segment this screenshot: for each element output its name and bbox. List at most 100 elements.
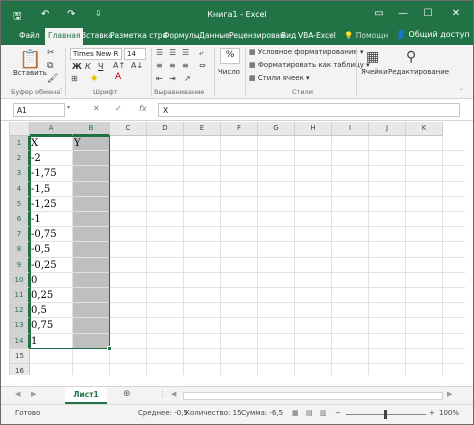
row-header-12[interactable]: 12	[10, 303, 30, 319]
row-header-6[interactable]: 6	[10, 212, 30, 228]
select-all-corner[interactable]	[10, 122, 30, 136]
row-header-2[interactable]: 2	[10, 151, 30, 167]
cell-b10[interactable]	[73, 272, 110, 287]
name-box-dropdown-icon[interactable]: ▾	[67, 104, 70, 111]
column-header-g[interactable]: G	[258, 122, 295, 136]
cell-b14[interactable]	[73, 333, 110, 348]
column-header-i[interactable]: I	[332, 122, 369, 136]
tab-formulas[interactable]: Формулы	[163, 31, 200, 40]
merge-cells-icon[interactable]: ⇔	[199, 61, 206, 70]
italic-button[interactable]: К	[85, 62, 91, 71]
cell-b13[interactable]	[73, 318, 110, 333]
zoom-out-button[interactable]: −	[335, 409, 341, 417]
zoom-slider-thumb[interactable]	[384, 410, 387, 419]
cell-a13[interactable]: 0,75	[30, 318, 73, 333]
row-header-3[interactable]: 3	[10, 166, 30, 182]
cell-a14[interactable]: 1	[30, 334, 73, 349]
align-left-icon[interactable]: ≡	[156, 61, 163, 70]
tab-file[interactable]: Файл	[19, 31, 40, 40]
row-header-4[interactable]: 4	[10, 181, 30, 197]
cell-a11[interactable]: 0,25	[30, 288, 73, 303]
align-center-icon[interactable]: ≡	[169, 61, 176, 70]
cell-a10[interactable]: 0	[30, 273, 73, 288]
tab-data[interactable]: Данные	[199, 31, 230, 40]
cell-a7[interactable]: -0,75	[30, 227, 73, 242]
row-header-10[interactable]: 10	[10, 272, 30, 288]
column-header-b[interactable]: B	[73, 122, 110, 136]
insert-function-icon[interactable]: fx	[139, 104, 147, 113]
name-box[interactable]: A1	[13, 103, 65, 117]
font-size-select[interactable]: 14	[124, 48, 146, 60]
cancel-icon[interactable]: ✕	[93, 104, 100, 113]
column-header-a[interactable]: A	[30, 122, 73, 136]
sheet-tab-list1[interactable]: Лист1	[65, 387, 107, 404]
row-header-14[interactable]: 14	[10, 333, 30, 349]
cut-icon[interactable]: ✂	[47, 48, 55, 58]
row-header-8[interactable]: 8	[10, 242, 30, 258]
next-sheet-icon[interactable]: ▶	[31, 390, 36, 398]
cell-b3[interactable]	[73, 166, 110, 181]
maximize-icon[interactable]: ☐	[419, 8, 437, 19]
grow-font-icon[interactable]: A↑	[113, 61, 125, 70]
cell-a5[interactable]: -1,25	[30, 197, 73, 212]
font-name-select[interactable]: Times New R	[70, 48, 122, 60]
format-as-table-button[interactable]: ▦ Форматировать как таблицу ▾	[249, 61, 370, 69]
page-break-view-icon[interactable]: ▥	[320, 409, 327, 417]
column-header-k[interactable]: K	[406, 122, 443, 136]
formula-input[interactable]: X	[158, 103, 460, 117]
search-icon[interactable]: ⚲	[406, 49, 416, 65]
close-icon[interactable]: ✕	[447, 8, 465, 19]
column-header-h[interactable]: H	[295, 122, 332, 136]
fill-color-icon[interactable]: ◆	[91, 73, 97, 82]
editing-button[interactable]: Редактирование	[388, 68, 449, 76]
cell-a9[interactable]: -0,25	[30, 258, 73, 273]
ribbon-options-icon[interactable]: ▭	[370, 8, 388, 19]
percent-icon[interactable]: %	[220, 48, 240, 64]
sheet-scroll-handle[interactable]: ⋮	[159, 390, 166, 398]
copy-icon[interactable]: ⧉	[47, 61, 53, 71]
normal-view-icon[interactable]: ▦	[292, 409, 299, 417]
conditional-formatting-button[interactable]: ▦ Условное форматирование ▾	[249, 48, 363, 56]
row-header-11[interactable]: 11	[10, 288, 30, 304]
cell-styles-button[interactable]: ▦ Стили ячеек ▾	[249, 74, 310, 82]
paste-button[interactable]: Вставить	[13, 69, 47, 77]
scroll-left-icon[interactable]: ◀	[171, 390, 176, 398]
align-right-icon[interactable]: ≡	[182, 61, 189, 70]
fill-handle[interactable]	[107, 346, 112, 351]
cell-b8[interactable]	[73, 242, 110, 257]
orientation-icon[interactable]: ↗	[184, 74, 191, 83]
cell-a8[interactable]: -0,5	[30, 242, 73, 257]
font-color-icon[interactable]: A	[115, 72, 121, 82]
increase-indent-icon[interactable]: ⇥	[169, 74, 176, 83]
prev-sheet-icon[interactable]: ◀	[15, 390, 20, 398]
horizontal-scrollbar[interactable]	[183, 392, 443, 400]
share-button[interactable]: 👤 Общий доступ	[396, 30, 470, 39]
tab-page-layout[interactable]: Разметка стра	[110, 31, 167, 40]
borders-icon[interactable]: ⊞	[71, 74, 78, 83]
column-header-e[interactable]: E	[184, 122, 221, 136]
zoom-level[interactable]: 100%	[439, 409, 459, 417]
tab-home[interactable]: Главная	[45, 28, 84, 45]
tab-view[interactable]: Вид	[281, 31, 296, 40]
cell-b11[interactable]	[73, 288, 110, 303]
cell-b2[interactable]	[73, 151, 110, 166]
number-format-button[interactable]: Число	[218, 68, 240, 76]
column-header-j[interactable]: J	[369, 122, 406, 136]
paste-icon[interactable]: 📋	[19, 49, 41, 70]
scroll-right-icon[interactable]: ▶	[447, 390, 452, 398]
cell-a3[interactable]: -1,75	[30, 166, 73, 181]
column-header-f[interactable]: F	[221, 122, 258, 136]
format-painter-icon[interactable]: 🖌	[47, 74, 58, 84]
cells-button[interactable]: Ячейки	[361, 68, 388, 76]
clipboard-launcher-icon[interactable]: ⌝	[59, 88, 62, 95]
tab-review[interactable]: Рецензирован	[229, 31, 285, 40]
cells-icon[interactable]: ▦	[366, 49, 379, 65]
cell-b5[interactable]	[73, 196, 110, 211]
zoom-in-button[interactable]: +	[429, 409, 435, 417]
row-header-16[interactable]: 16	[10, 364, 30, 375]
column-header-d[interactable]: D	[147, 122, 184, 136]
cell-a2[interactable]: -2	[30, 151, 73, 166]
row-header-7[interactable]: 7	[10, 227, 30, 243]
cell-b1[interactable]: Y	[73, 136, 110, 151]
tab-insert[interactable]: Вставка	[81, 31, 113, 40]
